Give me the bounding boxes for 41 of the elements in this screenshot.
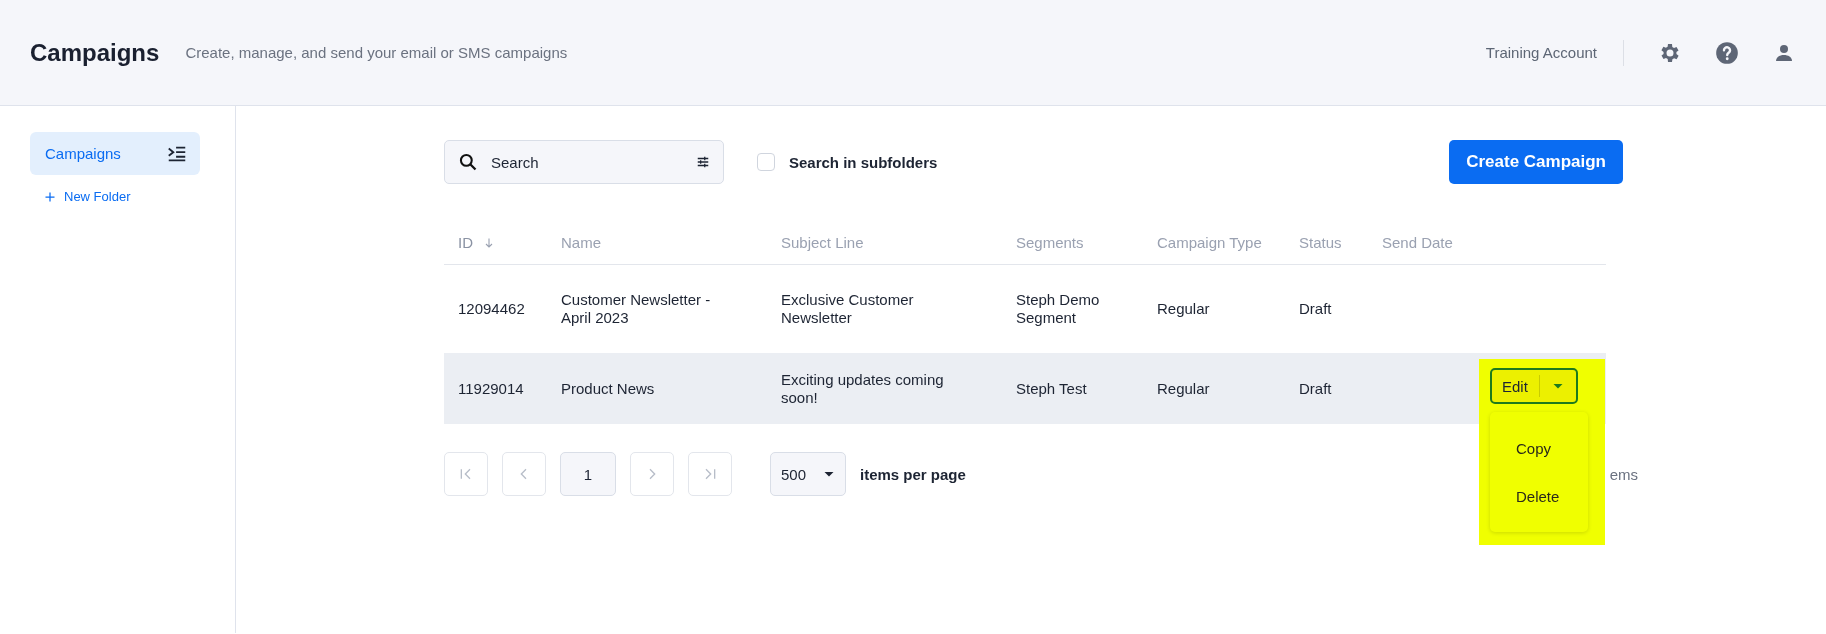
search-icon bbox=[458, 152, 478, 172]
create-campaign-button[interactable]: Create Campaign bbox=[1449, 140, 1623, 184]
help-icon[interactable] bbox=[1714, 39, 1740, 66]
page-title: Campaigns bbox=[30, 38, 160, 67]
table-cell: Regular bbox=[1157, 300, 1210, 317]
page-subtitle: Create, manage, and send your email or SMS campaigns bbox=[185, 44, 568, 61]
menu-item[interactable]: Copy bbox=[1490, 424, 1588, 472]
table-cell: 12094462 bbox=[458, 300, 525, 317]
new-folder-link[interactable]: New Folder bbox=[44, 189, 235, 204]
table-cell: Customer Newsletter - April 2023 bbox=[561, 291, 711, 326]
column-header[interactable]: Send Date bbox=[1382, 233, 1453, 252]
column-header[interactable]: Subject Line bbox=[781, 233, 864, 252]
search-field[interactable]: Search bbox=[444, 140, 724, 184]
table-row[interactable]: 12094462 Customer Newsletter - April 2023 Exclusive Customer Newsletter Steph Demo Segment Regular Draft bbox=[444, 265, 1606, 353]
column-header[interactable]: Campaign Type bbox=[1157, 233, 1262, 252]
column-header[interactable]: Name bbox=[561, 233, 601, 252]
page-button[interactable]: 1 bbox=[560, 452, 616, 496]
account-name[interactable]: Training Account bbox=[1485, 44, 1597, 61]
table-cell: Steph Demo Segment bbox=[1016, 291, 1100, 326]
table-cell: Exclusive Customer Newsletter bbox=[781, 291, 914, 326]
table-cell: Steph Test bbox=[1016, 379, 1087, 397]
table-cell: 11929014 bbox=[458, 379, 524, 397]
page-size-label: items per page bbox=[860, 465, 966, 483]
column-header[interactable]: Segments bbox=[1016, 233, 1084, 252]
table-cell: Exciting updates coming soon! bbox=[781, 370, 944, 406]
column-header[interactable]: ID bbox=[458, 233, 473, 252]
plus-icon bbox=[44, 190, 56, 203]
filter-icon[interactable] bbox=[696, 155, 710, 169]
item-count: ems bbox=[1609, 465, 1638, 483]
sidebar-item[interactable]: Campaigns bbox=[30, 132, 200, 175]
table-cell: Draft bbox=[1299, 379, 1332, 397]
column-header[interactable]: Status bbox=[1299, 233, 1342, 252]
page-size-select[interactable]: 500 bbox=[770, 452, 846, 496]
table-cell: Draft bbox=[1299, 300, 1332, 317]
sort-arrow-icon[interactable] bbox=[483, 236, 495, 249]
table-cell: Regular bbox=[1157, 379, 1210, 397]
checkbox[interactable] bbox=[757, 153, 775, 171]
checkbox-label: Search in subfolders bbox=[789, 153, 938, 171]
edit-split-button[interactable]: Edit bbox=[1490, 368, 1578, 404]
table-cell: Product News bbox=[561, 379, 655, 397]
menu-item[interactable]: Delete bbox=[1490, 472, 1588, 520]
